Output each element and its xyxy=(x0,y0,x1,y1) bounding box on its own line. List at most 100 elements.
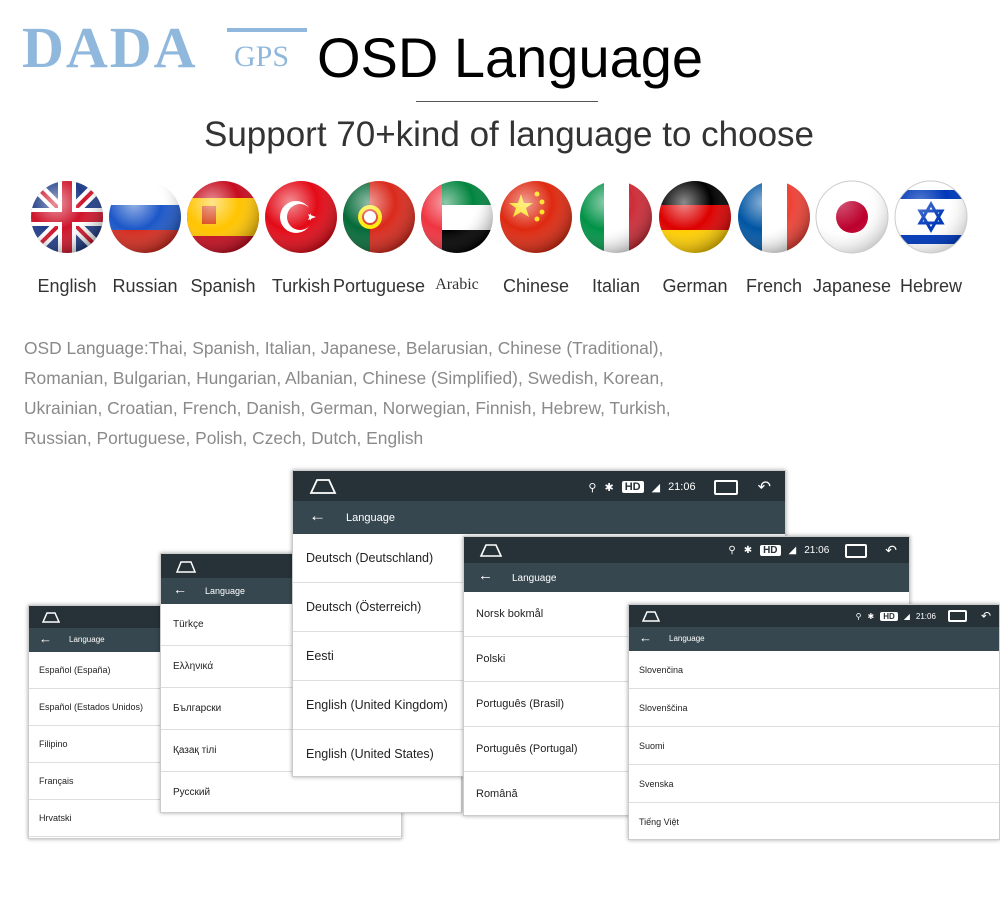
osd-line: Ukrainian, Croatian, French, Danish, Ger… xyxy=(24,398,671,418)
language-option[interactable]: Slovenščina xyxy=(629,689,999,727)
clock-text: 21:06 xyxy=(668,481,696,493)
logo-bar xyxy=(227,28,307,32)
france-flag-icon xyxy=(738,181,810,253)
location-icon: ⚲ xyxy=(855,611,862,621)
germany-flag-icon xyxy=(659,181,731,253)
language-option[interactable]: Eesti xyxy=(293,632,465,681)
language-option[interactable]: Polski xyxy=(464,637,630,682)
back-arrow-icon[interactable]: ← xyxy=(478,567,493,584)
back-arrow-icon[interactable]: ← xyxy=(639,630,652,645)
language-header-title: Language xyxy=(69,635,105,644)
flag-row: English Russian Spanish Turkish Portugue… xyxy=(0,180,1000,310)
language-option[interactable]: Norsk bokmål xyxy=(464,592,630,637)
osd-language-list: OSD Language:Thai, Spanish, Italian, Jap… xyxy=(24,333,784,453)
flag-label: Hebrew xyxy=(899,276,963,296)
flag-hebrew: Hebrew xyxy=(891,180,971,296)
china-flag-icon xyxy=(500,181,572,253)
language-option[interactable]: Русский xyxy=(161,772,461,812)
bluetooth-icon: ✱ xyxy=(604,481,614,494)
flag-french: French xyxy=(734,180,814,296)
hd-badge: HD xyxy=(621,481,644,493)
home-icon[interactable] xyxy=(41,611,61,623)
language-option[interactable]: English (United Kingdom) xyxy=(293,681,465,730)
back-arrow-icon[interactable]: ← xyxy=(39,631,52,646)
status-bar: ⚲ ✱ HD ◢ 21:06 ↶ xyxy=(293,471,785,501)
hd-badge: HD xyxy=(880,611,898,621)
language-header-title: Language xyxy=(669,634,705,643)
home-icon[interactable] xyxy=(641,610,661,622)
logo-main-text: DADA xyxy=(22,15,198,80)
osd-line: Russian, Portuguese, Polish, Czech, Dutc… xyxy=(24,428,424,448)
flag-arabic: Arabic xyxy=(417,180,497,293)
turkey-flag-icon xyxy=(265,181,337,253)
language-option[interactable]: English (United States) xyxy=(293,730,465,776)
japan-flag-icon xyxy=(815,180,889,254)
bluetooth-icon: ✱ xyxy=(867,611,875,621)
flag-chinese: Chinese xyxy=(496,180,576,296)
return-icon[interactable]: ↶ xyxy=(981,609,991,623)
russia-flag-icon xyxy=(109,181,181,253)
recent-apps-icon[interactable] xyxy=(713,479,738,495)
language-option[interactable]: Deutsch (Deutschland) xyxy=(293,534,465,583)
flag-english: English xyxy=(27,180,107,296)
hd-badge: HD xyxy=(760,545,781,556)
language-header-title: Language xyxy=(205,586,246,596)
language-header-title: Language xyxy=(346,512,395,524)
language-option[interactable]: Português (Brasil) xyxy=(464,682,630,727)
bluetooth-icon: ✱ xyxy=(743,545,753,556)
flag-spanish: Spanish xyxy=(183,180,263,296)
status-icons: ⚲ ✱ HD ◢ 21:06 ↶ xyxy=(728,542,897,559)
title-divider xyxy=(416,101,598,102)
status-icons: ⚲ ✱ HD ◢ 21:06 ↶ xyxy=(856,609,991,623)
status-bar: ⚲ ✱ HD ◢ 21:06 ↶ xyxy=(464,537,909,563)
recent-apps-icon[interactable] xyxy=(845,543,868,558)
portugal-flag-icon xyxy=(343,181,415,253)
language-option[interactable]: Tiếng Việt xyxy=(629,803,999,839)
language-header-title: Language xyxy=(512,573,557,584)
uae-flag-icon xyxy=(421,181,493,253)
flag-italian: Italian xyxy=(576,180,656,296)
language-option[interactable]: Português (Portugal) xyxy=(464,727,630,772)
language-option[interactable]: Română xyxy=(464,772,630,815)
home-icon[interactable] xyxy=(309,478,337,494)
location-icon: ⚲ xyxy=(728,545,736,556)
status-icons: ⚲ ✱ HD ◢ 21:06 ↶ xyxy=(588,477,771,497)
page-subtitle: Support 70+kind of language to choose xyxy=(203,115,815,154)
language-screen: ⚲ ✱ HD ◢ 21:06 ↶ ← Language Slovenčina S… xyxy=(628,604,1000,840)
language-header: ← Language xyxy=(629,627,999,651)
status-bar: ⚲ ✱ HD ◢ 21:06 ↶ xyxy=(629,605,999,627)
language-option[interactable]: Deutsch (Österreich) xyxy=(293,583,465,632)
flag-japanese: Japanese xyxy=(812,180,892,296)
osd-line: Romanian, Bulgarian, Hungarian, Albanian… xyxy=(24,368,664,388)
flag-portuguese: Portuguese xyxy=(333,180,425,296)
brand-logo: DADA GPS xyxy=(22,15,312,80)
logo-sub-text: GPS xyxy=(234,40,290,73)
osd-line: OSD Language:Thai, Spanish, Italian, Jap… xyxy=(24,338,664,358)
israel-flag-icon xyxy=(894,180,968,254)
back-arrow-icon[interactable]: ← xyxy=(309,506,326,526)
signal-icon: ◢ xyxy=(788,545,797,556)
flag-turkish: Turkish xyxy=(261,180,341,296)
return-icon[interactable]: ↶ xyxy=(758,477,771,497)
signal-icon: ◢ xyxy=(651,481,661,494)
language-option[interactable]: Suomi xyxy=(629,727,999,765)
language-option[interactable]: Slovenčina xyxy=(629,651,999,689)
spain-flag-icon xyxy=(187,181,259,253)
home-icon[interactable] xyxy=(175,560,197,573)
signal-icon: ◢ xyxy=(903,611,910,621)
return-icon[interactable]: ↶ xyxy=(885,542,897,559)
language-option[interactable]: Svenska xyxy=(629,765,999,803)
home-icon[interactable] xyxy=(479,543,503,557)
recent-apps-icon[interactable] xyxy=(947,610,967,622)
flag-russian: Russian xyxy=(105,180,185,296)
language-header: ← Language xyxy=(464,563,909,592)
clock-text: 21:06 xyxy=(915,611,936,621)
italy-flag-icon xyxy=(580,181,652,253)
location-icon: ⚲ xyxy=(588,481,597,494)
uk-flag-icon xyxy=(31,181,103,253)
flag-german: German xyxy=(655,180,735,296)
back-arrow-icon[interactable]: ← xyxy=(173,581,187,597)
language-header: ← Language xyxy=(293,501,785,534)
clock-text: 21:06 xyxy=(804,545,830,556)
page-title: OSD Language xyxy=(316,26,704,89)
